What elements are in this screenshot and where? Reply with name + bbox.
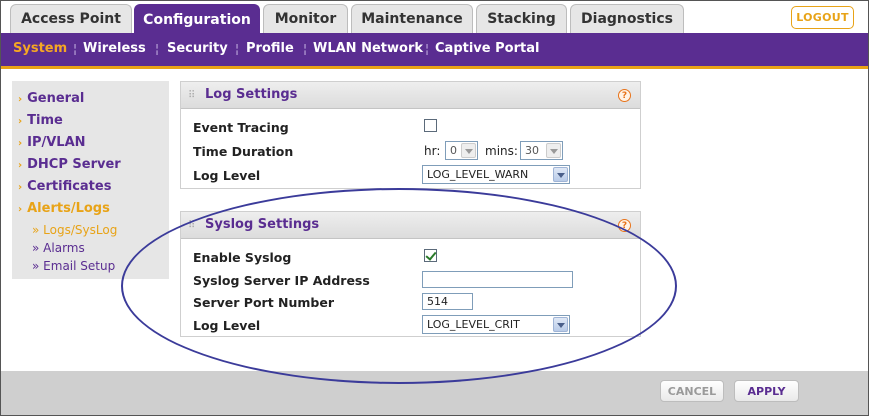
tab-access-point[interactable]: Access Point [10,4,132,33]
leftnav-dhcp-server[interactable]: › DHCP Server [18,157,121,172]
tab-maintenance[interactable]: Maintenance [351,4,473,33]
chevron-right-icon: › [18,182,23,193]
tab-monitor[interactable]: Monitor [263,4,348,33]
tab-diagnostics[interactable]: Diagnostics [570,4,684,33]
sub-nav: System ¦ Wireless ¦ Security ¦ Profile ¦… [0,33,869,66]
apply-button[interactable]: APPLY [734,380,799,402]
double-chevron-icon: » [32,241,40,255]
chevron-right-icon: › [18,160,23,171]
subnav-wireless[interactable]: Wireless [83,41,146,56]
subnav-separator: ¦ [155,42,160,56]
enable-syslog-checkbox[interactable] [424,249,437,262]
syslog-server-ip-label: Syslog Server IP Address [193,273,370,288]
leftnav-logs-syslog[interactable]: » Logs/SysLog [32,223,117,237]
leftnav-general[interactable]: › General [18,91,84,106]
leftnav-alerts-logs[interactable]: › Alerts/Logs [18,201,110,216]
leftnav-email-setup[interactable]: » Email Setup [32,259,115,273]
top-tab-bar: Access Point Configuration Monitor Maint… [0,0,869,34]
hr-label: hr: [424,144,441,158]
enable-syslog-label: Enable Syslog [193,250,292,265]
syslog-server-ip-input[interactable] [422,271,573,288]
subnav-captive-portal[interactable]: Captive Portal [435,41,539,56]
mins-select[interactable]: 30 [520,141,563,160]
log-level-select[interactable]: LOG_LEVEL_WARN [422,165,570,184]
tab-stacking[interactable]: Stacking [476,4,567,33]
tab-configuration[interactable]: Configuration [134,4,260,34]
logout-button[interactable]: LOGOUT [791,6,854,29]
event-tracing-checkbox[interactable] [424,119,437,132]
server-port-input[interactable]: 514 [422,293,473,310]
time-duration-label: Time Duration [193,144,294,159]
chevron-down-icon: › [18,204,23,215]
subnav-separator: ¦ [235,42,240,56]
chevron-down-icon [461,143,476,158]
chevron-right-icon: › [18,138,23,149]
chevron-down-icon [553,317,568,332]
chevron-down-icon [546,143,561,158]
leftnav-time[interactable]: › Time [18,113,63,128]
cancel-button[interactable]: CANCEL [660,380,724,402]
leftnav-ip-vlan[interactable]: › IP/VLAN [18,135,86,150]
log-settings-title: Log Settings [205,87,298,102]
syslog-settings-title: Syslog Settings [205,217,320,232]
mins-label: mins: [485,144,518,158]
subnav-separator: ¦ [425,42,430,56]
double-chevron-icon: » [32,223,40,237]
log-settings-header: ⠿ Log Settings ? [181,82,640,109]
chevron-down-icon [553,167,568,182]
help-icon[interactable]: ? [618,219,631,232]
subnav-separator: ¦ [303,42,308,56]
double-chevron-icon: » [32,259,40,273]
drag-grip-icon: ⠿ [188,90,195,101]
syslog-log-level-label: Log Level [193,318,261,333]
log-settings-panel: ⠿ Log Settings ? Event Tracing Time Dura… [180,81,641,189]
drag-grip-icon: ⠿ [188,220,195,231]
help-icon[interactable]: ? [618,89,631,102]
syslog-log-level-select[interactable]: LOG_LEVEL_CRIT [422,315,570,334]
subnav-separator: ¦ [73,42,78,56]
subnav-system[interactable]: System [13,41,67,56]
log-level-label: Log Level [193,168,261,183]
hr-select[interactable]: 0 [445,141,478,160]
subnav-security[interactable]: Security [167,41,228,56]
left-nav: › General › Time › IP/VLAN › DHCP Server › Ce… [12,81,169,279]
syslog-settings-panel: ⠿ Syslog Settings ? Enable Syslog Syslog… [180,211,641,337]
subnav-profile[interactable]: Profile [246,41,294,56]
server-port-label: Server Port Number [193,295,335,310]
leftnav-certificates[interactable]: › Certificates [18,179,111,194]
chevron-right-icon: › [18,116,23,127]
leftnav-alarms[interactable]: » Alarms [32,241,85,255]
event-tracing-label: Event Tracing [193,120,289,135]
chevron-right-icon: › [18,94,23,105]
syslog-settings-header: ⠿ Syslog Settings ? [181,212,640,239]
subnav-wlan-network[interactable]: WLAN Network [313,41,423,56]
